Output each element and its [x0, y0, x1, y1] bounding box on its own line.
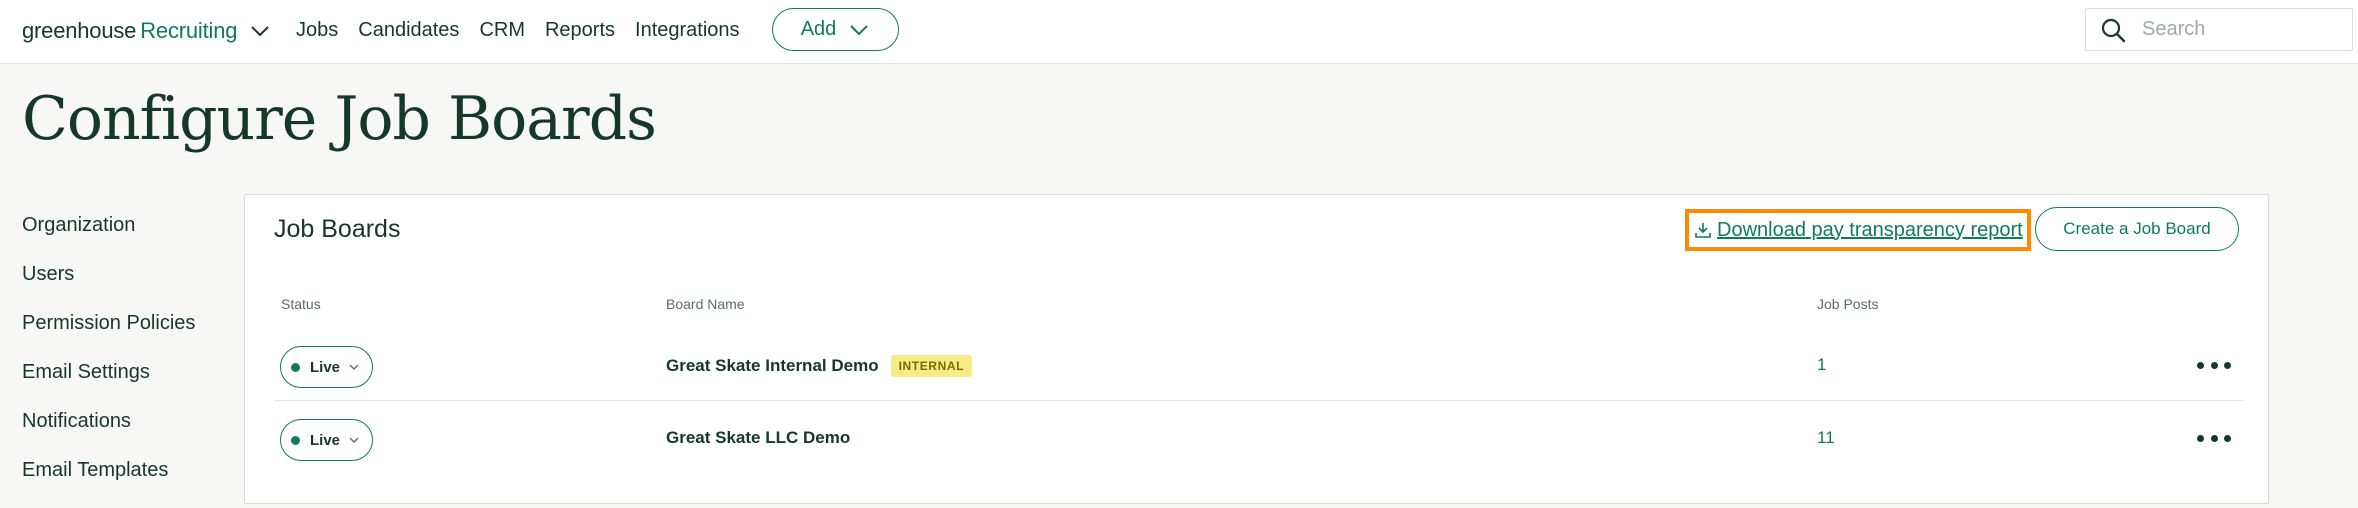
- board-name-text: Great Skate Internal Demo: [666, 356, 879, 375]
- add-button[interactable]: Add: [772, 8, 899, 51]
- status-label: Live: [310, 358, 341, 376]
- sidebar-item-organization[interactable]: Organization: [22, 210, 195, 259]
- download-link-label: Download pay transparency report: [1717, 218, 2023, 241]
- nav-candidates[interactable]: Candidates: [358, 19, 459, 42]
- nav-jobs[interactable]: Jobs: [296, 19, 338, 42]
- chevron-down-icon: [349, 437, 359, 443]
- column-header-status: Status: [281, 296, 321, 312]
- download-icon: [1695, 223, 1711, 238]
- chevron-down-icon: [349, 364, 359, 370]
- status-dropdown[interactable]: Live: [280, 346, 373, 388]
- job-boards-card: Job Boards Download pay transparency rep…: [244, 194, 2269, 504]
- live-status-dot: [291, 362, 300, 372]
- sidebar-item-email-settings[interactable]: Email Settings: [22, 357, 195, 406]
- sidebar-item-notifications[interactable]: Notifications: [22, 406, 195, 455]
- more-options-icon[interactable]: [2197, 355, 2231, 375]
- search-box[interactable]: [2085, 8, 2353, 51]
- column-header-job-posts: Job Posts: [1817, 296, 1879, 312]
- board-name[interactable]: Great Skate LLC Demo: [666, 428, 850, 448]
- board-name[interactable]: Great Skate Internal Demo INTERNAL: [666, 355, 973, 377]
- column-header-board-name: Board Name: [666, 296, 745, 312]
- status-dropdown[interactable]: Live: [280, 419, 373, 461]
- sidebar-item-users[interactable]: Users: [22, 259, 195, 308]
- table-row: Live Great Skate Internal Demo INTERNAL …: [275, 329, 2243, 401]
- search-icon: [2101, 18, 2126, 42]
- create-job-board-button[interactable]: Create a Job Board: [2035, 207, 2239, 251]
- chevron-down-icon: [850, 24, 869, 35]
- top-nav-bar: greenhouse Recruiting Jobs Candidates CR…: [0, 0, 2358, 64]
- sidebar-item-email-templates[interactable]: Email Templates: [22, 455, 195, 504]
- page-title: Configure Job Boards: [22, 84, 657, 154]
- sidebar-item-permission-policies[interactable]: Permission Policies: [22, 308, 195, 357]
- table-row: Live Great Skate LLC Demo 11: [275, 402, 2243, 474]
- nav-crm[interactable]: CRM: [479, 19, 525, 42]
- settings-sidebar: Organization Users Permission Policies E…: [22, 210, 195, 504]
- nav-integrations[interactable]: Integrations: [635, 19, 740, 42]
- download-pay-transparency-link[interactable]: Download pay transparency report: [1685, 209, 2031, 251]
- main-nav: Jobs Candidates CRM Reports Integrations: [296, 0, 760, 60]
- board-name-text: Great Skate LLC Demo: [666, 428, 851, 447]
- nav-reports[interactable]: Reports: [545, 19, 615, 42]
- brand-name: greenhouse: [22, 18, 137, 43]
- search-input[interactable]: [2142, 18, 2342, 41]
- brand-logo[interactable]: greenhouse Recruiting: [22, 14, 271, 48]
- live-status-dot: [291, 435, 300, 445]
- job-posts-count[interactable]: 1: [1817, 355, 1826, 375]
- brand-product: Recruiting: [140, 18, 238, 43]
- card-title: Job Boards: [274, 215, 401, 243]
- status-label: Live: [310, 431, 341, 449]
- job-posts-count[interactable]: 11: [1817, 428, 1835, 448]
- chevron-down-icon[interactable]: [249, 20, 271, 42]
- add-button-label: Add: [800, 18, 837, 40]
- more-options-icon[interactable]: [2197, 428, 2231, 448]
- internal-badge: INTERNAL: [890, 355, 973, 377]
